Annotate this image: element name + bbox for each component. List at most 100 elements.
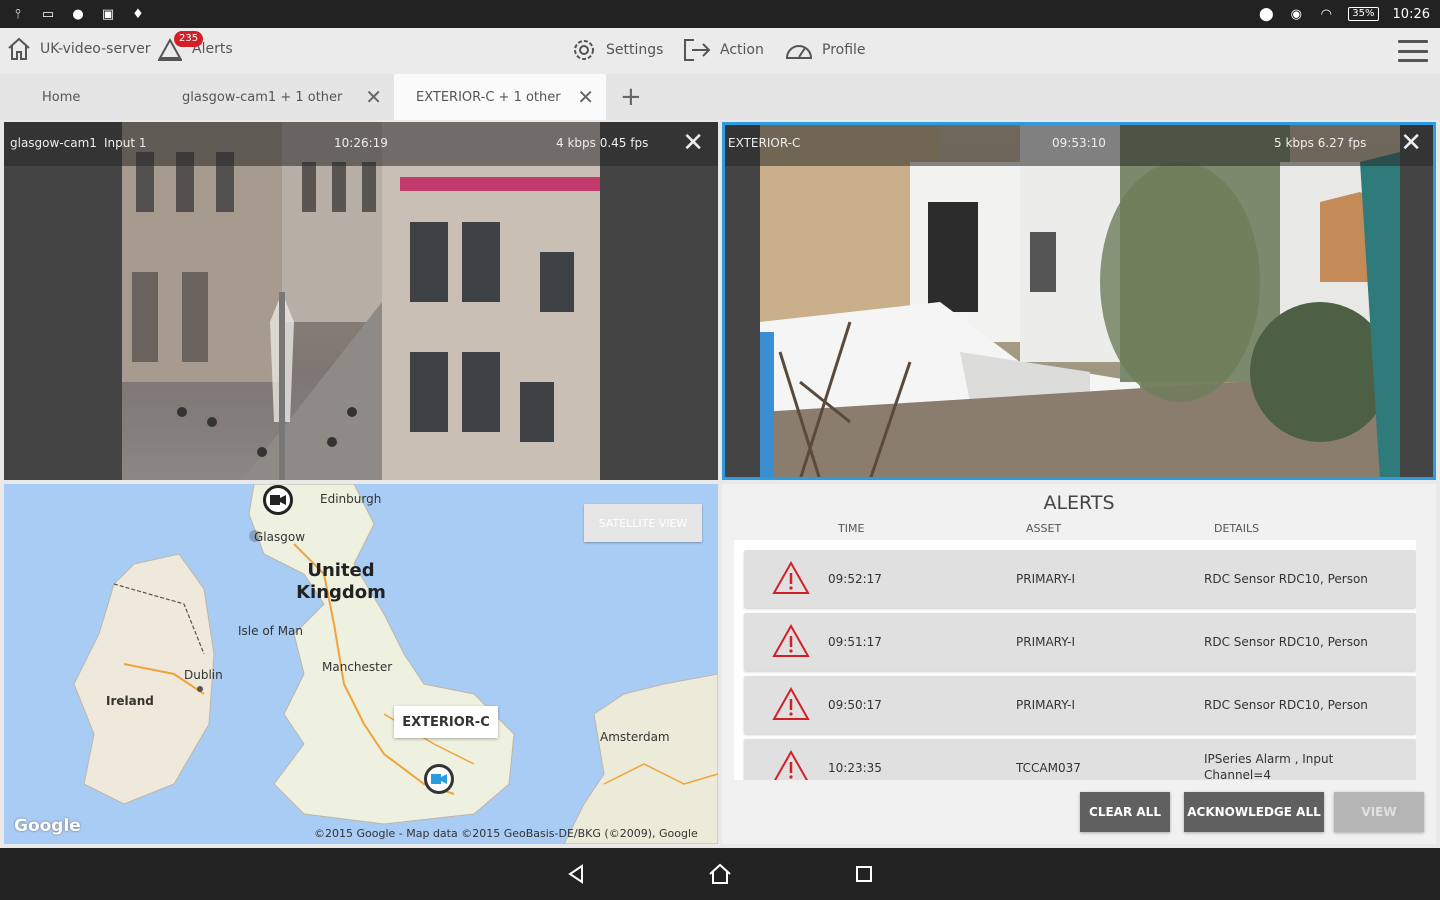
alert-details: IPSeries Alarm , Input Channel=4 [1204,752,1334,780]
map-label-ireland: Ireland [106,694,154,708]
acknowledge-all-button[interactable]: ACKNOWLEDGE ALL [1184,792,1324,832]
alert-time: 09:52:17 [828,572,882,586]
usb-icon: ⫯ [15,6,21,22]
menu-icon[interactable] [1398,40,1428,62]
video-tile-exterior-c[interactable]: EXTERIOR-C 09:53:10 5 kbps 6.27 fps ✕ [722,122,1436,480]
column-header-asset: ASSET [1026,522,1062,535]
map-panel[interactable]: Edinburgh Glasgow United Kingdom Isle of… [4,484,718,844]
video-tile-glasgow-cam1[interactable]: glasgow-cam1 Input 1 10:26:19 4 kbps 0.4… [4,122,718,480]
alert-row[interactable]: 09:50:17 PRIMARY-I RDC Sensor RDC10, Per… [744,676,1416,734]
action-button[interactable]: Action [682,36,764,64]
wifi-icon: ◠ [1320,6,1332,22]
alerts-button[interactable]: 235 Alerts [156,31,233,62]
alert-details: RDC Sensor RDC10, Person [1204,635,1368,649]
tab-label: glasgow-cam1 + 1 other [182,89,343,105]
camera-marker-glasgow[interactable] [263,485,293,515]
back-icon[interactable] [562,860,590,888]
close-icon[interactable]: ✕ [682,130,704,156]
alert-time: 10:23:35 [828,761,882,775]
settings-label: Settings [606,42,664,58]
alert-details: RDC Sensor RDC10, Person [1204,698,1368,712]
tab-exterior-c[interactable]: EXTERIOR-C + 1 other ✕ [394,74,606,120]
battery-indicator: 35% [1348,7,1379,21]
settings-button[interactable]: Settings [570,36,663,64]
view-button[interactable]: VIEW [1334,792,1424,832]
status-bar: ⫯ ▭ ● ▣ ♦ ⬤ ◉ ◠ 35% 10:26 [0,0,1440,28]
video-camera-icon [431,774,447,784]
recents-icon[interactable] [850,860,878,888]
video-camera-icon [270,495,286,505]
video-timestamp: 09:53:10 [1052,136,1106,150]
close-icon[interactable]: ✕ [577,87,594,107]
warning-icon [773,749,809,780]
map-label-isle-of-man: Isle of Man [238,624,304,638]
camera-feed [760,122,1400,480]
street-scene-image [122,122,600,480]
alert-row[interactable]: 09:52:17 PRIMARY-I RDC Sensor RDC10, Per… [744,550,1416,608]
video-stats: 4 kbps 0.45 fps [556,136,649,150]
alert-list[interactable]: 09:52:17 PRIMARY-I RDC Sensor RDC10, Per… [734,540,1416,780]
map-label-glasgow: Glasgow [254,530,306,544]
map-label-edinburgh: Edinburgh [320,492,382,506]
map-copyright: ©2015 Google - Map data ©2015 GeoBasis-D… [314,827,698,840]
gear-icon [574,40,594,60]
tab-label: EXTERIOR-C + 1 other [416,89,561,105]
alert-time: 09:51:17 [828,635,882,649]
alert-row[interactable]: 10:23:35 TCCAM037 IPSeries Alarm , Input… [744,739,1416,780]
alert-time: 09:50:17 [828,698,882,712]
warning-icon [772,560,810,594]
input-name: Input 1 [104,136,147,150]
action-label: Action [720,42,764,58]
home-server-button[interactable]: UK-video-server [6,36,151,62]
tab-label: Home [42,89,81,105]
video-overlay: glasgow-cam1 Input 1 10:26:19 4 kbps 0.4… [4,122,718,166]
tab-glasgow-cam1[interactable]: glasgow-cam1 + 1 other ✕ [170,74,394,120]
mic-icon: ● [72,6,84,22]
google-logo: Google [14,816,81,836]
map-label-amsterdam: Amsterdam [600,730,670,744]
map-label-uk: United Kingdom [296,560,386,603]
alerts-title: ALERTS [1043,492,1115,514]
tab-home[interactable]: Home [0,74,170,120]
house-icon [8,37,30,60]
tab-bar: Home glasgow-cam1 + 1 other ✕ EXTERIOR-C… [0,74,1440,120]
app-bar: UK-video-server 235 Alerts Settings Acti… [0,28,1440,74]
alert-row[interactable]: 09:51:17 PRIMARY-I RDC Sensor RDC10, Per… [744,613,1416,671]
keyboard-icon: ▭ [41,6,55,22]
camera-name: glasgow-cam1 [10,136,97,150]
video-stats: 5 kbps 6.27 fps [1274,136,1367,150]
alert-asset: TCCAM037 [1016,761,1081,775]
server-name: UK-video-server [40,41,151,57]
alarm-icon: ◉ [1290,6,1302,22]
add-tab-icon[interactable]: + [620,82,642,112]
alerts-panel: ALERTS TIME ASSET DETAILS 09:52:17 PRIMA… [722,484,1436,844]
photo-icon: ▣ [101,6,115,22]
camera-name: EXTERIOR-C [728,136,801,150]
alert-asset: PRIMARY-I [1016,635,1076,649]
alert-asset: PRIMARY-I [1016,572,1076,586]
map-label-manchester: Manchester [322,660,393,674]
map-label-dublin: Dublin [184,668,223,682]
gauge-icon [785,45,813,59]
satellite-view-button[interactable]: SATELLITE VIEW [584,504,702,542]
alert-details: RDC Sensor RDC10, Person [1204,572,1368,586]
clear-all-button[interactable]: CLEAR ALL [1080,792,1170,832]
close-icon[interactable]: ✕ [1400,130,1422,156]
close-icon[interactable]: ✕ [365,87,382,107]
profile-label: Profile [822,42,866,58]
camera-feed [122,122,600,480]
video-timestamp: 10:26:19 [334,136,388,150]
column-header-details: DETAILS [1214,522,1260,535]
alerts-count-badge: 235 [174,31,204,47]
exit-icon [684,39,711,61]
house-exterior-image [760,122,1400,480]
location-icon: ⬤ [1259,6,1274,22]
profile-button[interactable]: Profile [784,36,866,64]
video-overlay: EXTERIOR-C 09:53:10 5 kbps 6.27 fps ✕ [722,122,1436,166]
home-icon[interactable] [706,860,734,888]
camera-marker-exterior-c[interactable] [424,764,454,794]
column-header-time: TIME [838,522,865,535]
map-marker-popup: EXTERIOR-C [394,706,498,738]
battery-level: 35 [1352,8,1366,19]
alert-asset: PRIMARY-I [1016,698,1076,712]
